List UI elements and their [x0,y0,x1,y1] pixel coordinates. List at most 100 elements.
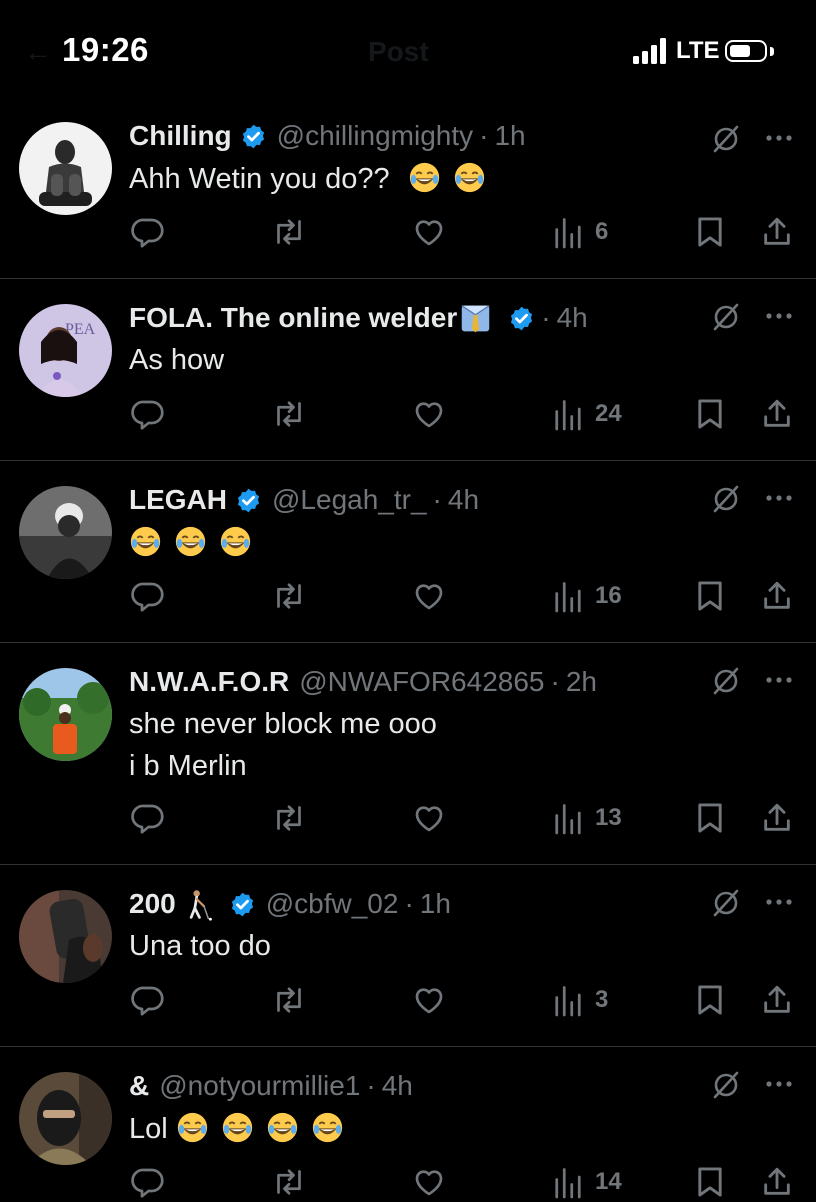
back-arrow-icon[interactable]: ← [24,36,52,68]
post-time[interactable]: 2h [566,666,597,698]
like-button[interactable] [411,980,447,1020]
reply-button[interactable] [130,212,166,252]
share-button[interactable] [760,1162,794,1202]
bookmark-icon [698,985,722,1015]
reply-button[interactable] [130,798,166,838]
views-button[interactable]: 13 [553,798,622,838]
avatar[interactable] [19,122,112,215]
user-handle[interactable]: @cbfw_02 [266,888,399,920]
repost-icon [277,1169,301,1195]
views-button[interactable]: 16 [553,576,622,616]
reply-button[interactable] [130,980,166,1020]
display-name[interactable]: LEGAH [129,484,227,516]
share-icon [764,581,790,609]
repost-button[interactable] [270,394,308,434]
avatar[interactable]: PEA [19,304,112,397]
face-with-tears-of-joy-emoji [409,162,439,193]
share-button[interactable] [760,798,794,838]
bookmark-button[interactable] [694,576,726,616]
avatar[interactable] [19,486,112,579]
repost-button[interactable] [270,212,308,252]
reply-item[interactable]: LEGAH @Legah_tr_ · 4h 16 [0,460,816,643]
display-name[interactable]: & [129,1070,149,1102]
reply-item[interactable]: PEA FOLA. The online welder · 4h As how … [0,278,816,461]
post-time[interactable]: 4h [382,1070,413,1102]
bookmark-icon [698,803,722,833]
post-time[interactable]: 1h [494,120,525,152]
display-name[interactable]: 200 [129,888,176,920]
display-name[interactable]: N.W.A.F.O.R [129,666,289,698]
repost-button[interactable] [270,576,308,616]
display-name[interactable]: FOLA. The online welder [129,302,457,334]
display-name[interactable]: Chilling [129,120,232,152]
repost-button[interactable] [270,798,308,838]
user-handle[interactable]: @Legah_tr_ [272,484,427,516]
bookmark-button[interactable] [694,212,726,252]
like-icon [415,584,443,610]
grok-icon[interactable] [710,482,742,514]
views-button[interactable]: 6 [553,212,608,252]
separator-dot: · [366,1070,376,1101]
repost-icon [277,805,301,831]
views-count: 14 [595,1168,622,1195]
views-button[interactable]: 24 [553,394,622,434]
share-button[interactable] [760,212,794,252]
reply-header: & @notyourmillie1 · 4h [129,1067,413,1105]
like-button[interactable] [411,212,447,252]
like-icon [415,988,443,1014]
post-time[interactable]: 4h [448,484,479,516]
avatar[interactable] [19,1072,112,1165]
separator-dot: · [404,888,414,919]
repost-button[interactable] [270,1162,308,1202]
like-button[interactable] [411,1162,447,1202]
reply-text: As how [129,339,224,381]
bookmark-button[interactable] [694,1162,726,1202]
more-icon[interactable] [763,482,795,514]
like-button[interactable] [411,798,447,838]
views-button[interactable]: 14 [553,1162,622,1202]
bookmark-button[interactable] [694,798,726,838]
reply-text: Una too do [129,925,271,967]
more-icon[interactable] [763,1068,795,1100]
like-icon [415,1170,443,1196]
share-button[interactable] [760,394,794,434]
verified-badge-icon [237,488,260,512]
reply-button[interactable] [130,576,166,616]
post-time[interactable]: 4h [557,302,588,334]
views-button[interactable]: 3 [553,980,608,1020]
bookmark-button[interactable] [694,394,726,434]
battery-tip [770,47,774,56]
more-icon[interactable] [763,664,795,696]
repost-icon [277,583,301,609]
share-button[interactable] [760,980,794,1020]
reply-text [129,522,252,564]
avatar[interactable] [19,668,112,761]
grok-icon[interactable] [710,886,742,918]
like-button[interactable] [411,576,447,616]
post-time[interactable]: 1h [420,888,451,920]
reply-item[interactable]: & @notyourmillie1 · 4h Lol 14 [0,1046,816,1200]
more-icon[interactable] [763,122,795,154]
reply-button[interactable] [130,394,166,434]
views-icon [555,986,581,1017]
grok-icon[interactable] [710,1068,742,1100]
grok-icon[interactable] [710,664,742,696]
views-count: 3 [595,986,609,1013]
avatar[interactable] [19,890,112,983]
reply-item[interactable]: Chilling @chillingmighty · 1h Ahh Wetin … [0,100,816,279]
grok-icon[interactable] [710,122,742,154]
action-bar: 14 [0,1162,816,1202]
grok-icon[interactable] [710,300,742,332]
reply-button[interactable] [130,1162,166,1202]
more-icon[interactable] [763,300,795,332]
user-handle[interactable]: @chillingmighty [277,120,474,152]
user-handle[interactable]: @notyourmillie1 [159,1070,360,1102]
reply-item[interactable]: 200 @cbfw_02 · 1h Una too do 3 [0,864,816,1047]
bookmark-button[interactable] [694,980,726,1020]
more-icon[interactable] [763,886,795,918]
reply-item[interactable]: N.W.A.F.O.R @NWAFOR642865 · 2h she never… [0,642,816,865]
repost-button[interactable] [270,980,308,1020]
share-button[interactable] [760,576,794,616]
user-handle[interactable]: @NWAFOR642865 [299,666,544,698]
like-button[interactable] [411,394,447,434]
